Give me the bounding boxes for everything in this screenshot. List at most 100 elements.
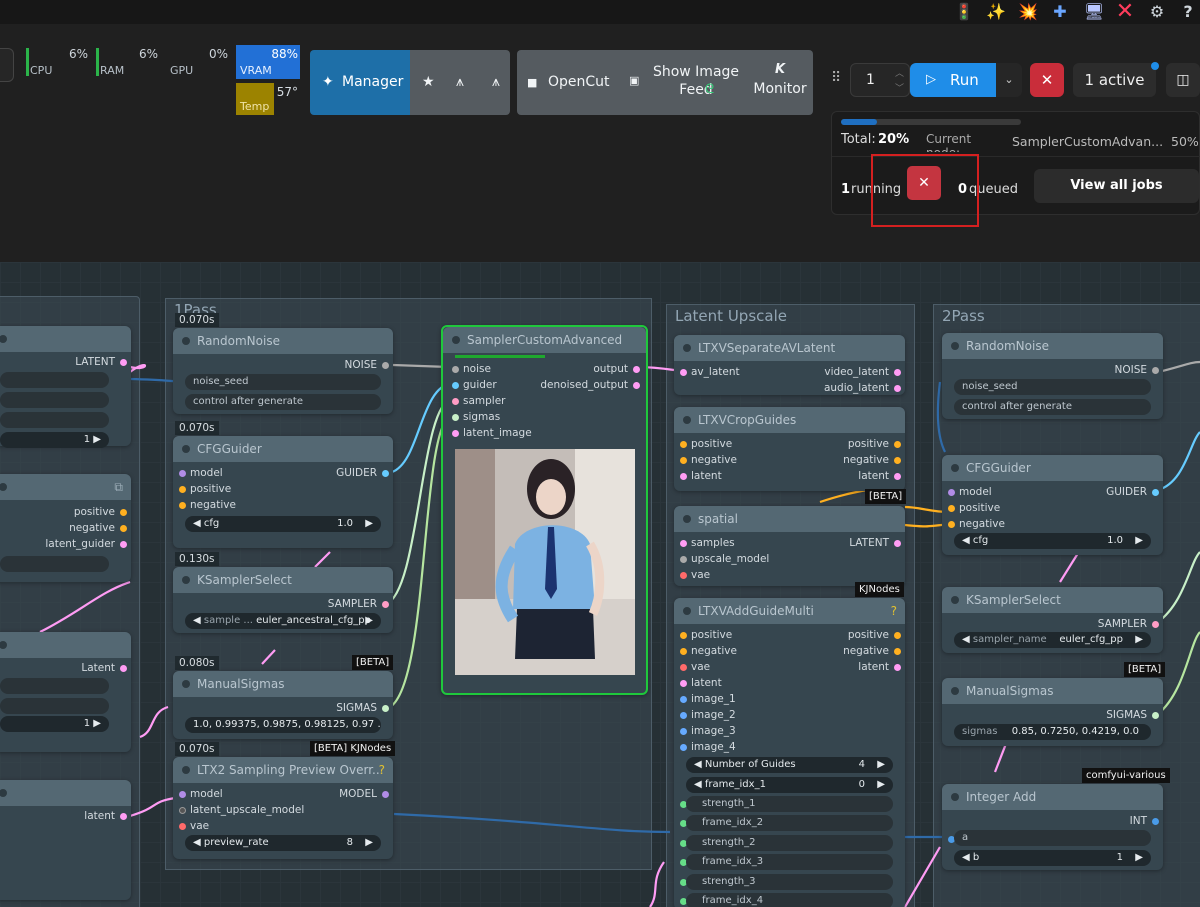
computer-icon[interactable]: 🖥 [1082, 0, 1106, 24]
noise-seed-widget[interactable]: noise_seed [954, 379, 1151, 395]
output-positive: positive [847, 438, 889, 450]
node-random-noise[interactable]: RandomNoise NOISE noise_seed control aft… [173, 328, 393, 414]
total-label: Total: [841, 132, 876, 147]
show-image-feed-button[interactable]: ▣ Show Image Feed ᘓ [621, 50, 741, 115]
gpu-stat: GPU 0% [166, 45, 230, 79]
preview-image [455, 449, 635, 675]
control-after-generate-widget[interactable]: control after generate [954, 399, 1151, 415]
node-title: LTXVAddGuideMulti? [674, 598, 905, 624]
sampler-name-widget[interactable]: ◀ sample ... euler_ancestral_cfg_pp ▶ [185, 613, 381, 629]
opencut-label: OpenCut [548, 74, 610, 90]
active-jobs-button[interactable]: 1 active [1073, 63, 1156, 97]
manager-button[interactable]: ✦ Manager [310, 50, 410, 115]
left-panel-edge[interactable] [0, 48, 14, 82]
input-image-2: image_2 [691, 709, 736, 721]
left-node-1[interactable]: LATENT 1 ▶ [0, 326, 131, 448]
a-widget[interactable]: a [954, 830, 1151, 846]
sparkles-icon[interactable]: ✨ [984, 0, 1008, 24]
strength-1-widget[interactable]: strength_1 [686, 796, 893, 812]
cancel-run-button[interactable]: ✕ [1030, 63, 1064, 97]
input-vae: vae [691, 569, 711, 581]
left-node-2[interactable]: ⧉ positive negative latent_guider [0, 474, 131, 582]
ram-stat: RAM 6% [96, 45, 160, 79]
node-ltxv-separate-av-latent[interactable]: LTXVSeparateAVLatent av_latent video_lat… [674, 335, 905, 395]
node-graph-canvas[interactable]: 1Pass Latent Upscale 2Pass LATENT 1 ▶ ⧉ … [0, 262, 1200, 907]
bandage-icon[interactable]: ✚ [1048, 0, 1072, 24]
batch-count-value: 1 [866, 72, 875, 88]
output-sampler: SAMPLER [327, 598, 377, 610]
frame-idx-1-widget[interactable]: ◀ frame_idx_1 0 ▶ [686, 777, 893, 793]
node-manual-sigmas-2[interactable]: ManualSigmas SIGMAS sigmas 0.85, 0.7250, … [942, 678, 1163, 746]
ruler-icon[interactable]: ⩚ [456, 50, 464, 115]
left-node-4[interactable]: latent [0, 780, 131, 900]
view-all-jobs-button[interactable]: View all jobs [1034, 169, 1199, 203]
node-manual-sigmas[interactable]: ManualSigmas SIGMAS 1.0, 0.99375, 0.9875… [173, 671, 393, 739]
node-integer-add[interactable]: Integer Add INT a ◀ b 1 ▶ [942, 784, 1163, 870]
run-button[interactable]: ▷ Run [910, 63, 996, 97]
number-of-guides-widget[interactable]: ◀ Number of Guides 4 ▶ [686, 757, 893, 773]
cfg-widget[interactable]: ◀ cfg 1.0 ▶ [185, 516, 381, 532]
strength-3-widget[interactable]: strength_3 [686, 874, 893, 890]
node-random-noise-2[interactable]: RandomNoise NOISE noise_seed control aft… [942, 333, 1163, 419]
node-spatial[interactable]: spatial samples upscale_model vae LATENT [674, 506, 905, 586]
noise-seed-widget[interactable]: noise_seed [185, 374, 381, 390]
frame-idx-2-widget[interactable]: frame_idx_2 [686, 815, 893, 831]
gear-icon[interactable]: ⚙ [1145, 0, 1169, 24]
input-image-4: image_4 [691, 741, 736, 753]
gpu-value: 0% [208, 47, 228, 61]
value-field[interactable]: 1 [84, 718, 90, 729]
opencut-button[interactable]: ■ OpenCut [517, 50, 617, 115]
feed-link-icon: ᘓ [705, 82, 715, 97]
frame-idx-4-widget[interactable]: frame_idx_4 [686, 893, 893, 907]
cfg-widget[interactable]: ◀ cfg 1.0 ▶ [954, 533, 1151, 549]
ruler-alt-icon[interactable]: ⩚ [492, 50, 500, 115]
run-dropdown-chevron-icon[interactable]: ⌄ [996, 63, 1022, 97]
firework-icon[interactable]: 💥 [1016, 0, 1040, 24]
node-cfg-guider-2[interactable]: CFGGuider model positive negative GUIDER… [942, 455, 1163, 555]
node-ksampler-select[interactable]: KSamplerSelect SAMPLER ◀ sample ... eule… [173, 567, 393, 633]
sigmas-widget[interactable]: 1.0, 0.99375, 0.9875, 0.98125, 0.97 ... [185, 717, 381, 733]
drag-handle-icon[interactable]: ⠿ [831, 70, 841, 86]
node-ltxv-crop-guides[interactable]: LTXVCropGuides positive negative latent … [674, 407, 905, 491]
show-image-feed-label: Show Image Feed [652, 64, 740, 98]
node-ksampler-select-2[interactable]: KSamplerSelect SAMPLER ◀ sampler_name eul… [942, 587, 1163, 653]
node-title: CFGGuider [942, 455, 1163, 481]
sidebar-toggle-icon[interactable]: ◫ [1166, 63, 1200, 97]
manager-label: Manager [342, 74, 404, 90]
left-node-3[interactable]: Latent 1 ▶ [0, 632, 131, 752]
decrement-icon[interactable]: ﹀ [895, 81, 904, 94]
output-latent: LATENT [849, 537, 889, 549]
frame-idx-3-widget[interactable]: frame_idx_3 [686, 854, 893, 870]
node-sampler-custom-advanced[interactable]: SamplerCustomAdvanced noise guider sampl… [441, 325, 648, 695]
beta-tag: [BETA] [865, 489, 907, 504]
output-video-latent: video_latent [824, 366, 889, 378]
temp-value: 57° [276, 85, 298, 99]
sampler-name-widget[interactable]: ◀ sampler_name euler_cfg_pp ▶ [954, 632, 1151, 648]
beta-tag: [BETA] [352, 655, 394, 670]
red-x-icon[interactable]: ✕ [1113, 0, 1137, 24]
output-output: output [593, 363, 628, 375]
star-icon[interactable]: ★ [422, 50, 435, 115]
monitor-button[interactable]: K Monitor [747, 50, 813, 115]
node-title: RandomNoise [942, 333, 1163, 359]
control-after-generate-widget[interactable]: control after generate [185, 394, 381, 410]
k-icon: K [774, 62, 786, 77]
node-title: SamplerCustomAdvanced [443, 327, 646, 353]
increment-icon[interactable]: ︿ [895, 66, 904, 79]
input-latent: latent [691, 677, 722, 689]
output-sigmas: SIGMAS [1106, 709, 1147, 721]
batch-count-input[interactable]: 1 ︿ ﹀ [850, 63, 910, 97]
input-positive: positive [691, 629, 733, 641]
temp-stat: Temp 57° [236, 83, 300, 115]
b-widget[interactable]: ◀ b 1 ▶ [954, 850, 1151, 866]
vram-label: VRAM [240, 64, 272, 77]
node-ltx2-sampling-preview[interactable]: LTX2 Sampling Preview Overr...? model la… [173, 757, 393, 859]
node-cfg-guider[interactable]: CFGGuider model positive negative GUIDER… [173, 436, 393, 548]
value-field[interactable]: 1 [84, 434, 90, 445]
traffic-light-icon[interactable]: 🚦 [952, 0, 976, 24]
strength-2-widget[interactable]: strength_2 [686, 835, 893, 851]
node-ltxv-add-guide-multi[interactable]: LTXVAddGuideMulti? positive negative vae… [674, 598, 905, 907]
preview-rate-widget[interactable]: ◀ preview_rate 8 ▶ [185, 835, 381, 851]
sigmas-widget[interactable]: sigmas 0.85, 0.7250, 0.4219, 0.0 [954, 724, 1151, 740]
help-icon[interactable]: ? [1176, 0, 1200, 24]
